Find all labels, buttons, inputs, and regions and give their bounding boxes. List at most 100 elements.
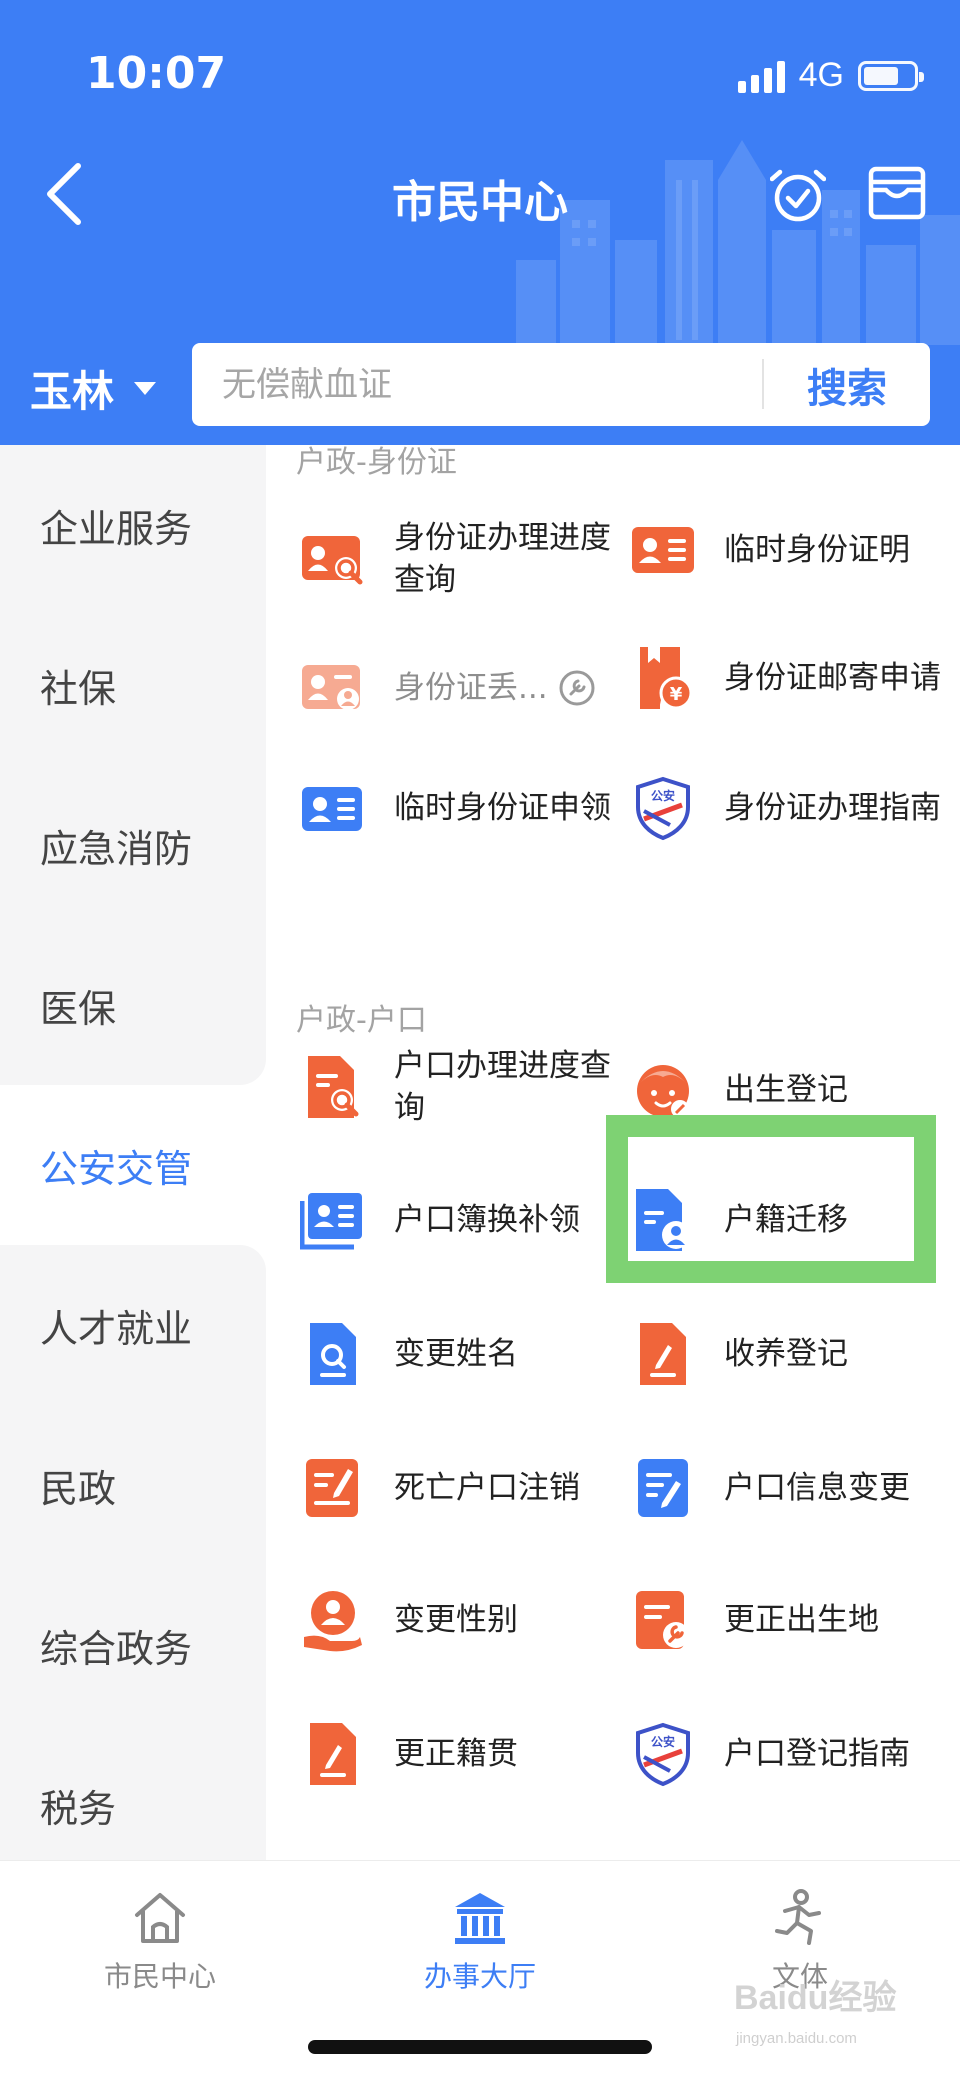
- home-icon: [135, 1893, 185, 1943]
- pen-list-icon: [306, 1459, 358, 1517]
- caret-down-icon: [134, 382, 157, 395]
- tab-label: 办事大厅: [423, 1960, 536, 1993]
- service-item[interactable]: 户口簿换补领: [300, 1187, 630, 1253]
- document-magnify-icon: [310, 1323, 356, 1385]
- sidebar-item-public-security[interactable]: 公安交管: [0, 1085, 266, 1245]
- service-label: 更正出生地: [724, 1602, 879, 1638]
- sidebar-item-label: 医保: [40, 986, 117, 1031]
- service-label: 户口簿换补领: [394, 1202, 580, 1238]
- tab-label: 市民中心: [103, 1960, 216, 1993]
- search-box: 搜索: [192, 343, 930, 426]
- service-label: 身份证丢...: [394, 670, 548, 706]
- service-item[interactable]: 收养登记: [630, 1321, 960, 1387]
- service-label: 身份证邮寄申请: [724, 660, 941, 696]
- service-item-disabled[interactable]: 身份证丢...: [300, 655, 630, 721]
- service-label: 身份证办理进度查询: [394, 520, 611, 598]
- maintenance-icon: [559, 670, 595, 706]
- sidebar-item-government[interactable]: 综合政务: [0, 1565, 266, 1725]
- tab-citizen-center[interactable]: 市民中心: [50, 1889, 270, 1995]
- police-shield-icon: 公安: [636, 776, 690, 841]
- service-item[interactable]: 公安 户口登记指南: [630, 1721, 960, 1787]
- service-label: 出生登记: [724, 1072, 848, 1108]
- sidebar-item-medical[interactable]: 医保: [0, 925, 266, 1085]
- search-button[interactable]: 搜索: [764, 343, 930, 426]
- service-item[interactable]: 变更姓名: [300, 1321, 630, 1387]
- status-time: 10:07: [86, 48, 227, 99]
- card-wallet-icon[interactable]: [868, 166, 926, 220]
- sidebar-item-label: 民政: [40, 1466, 117, 1511]
- alarm-clock-icon[interactable]: [770, 164, 826, 224]
- sidebar-item-enterprise[interactable]: 企业服务: [0, 445, 266, 605]
- document-edit-blue-icon: [638, 1459, 688, 1517]
- service-item[interactable]: 更正籍贯: [300, 1721, 630, 1787]
- service-label: 身份证办理指南: [724, 790, 941, 826]
- document-search-icon: [308, 1056, 359, 1118]
- sidebar-item-label: 应急消防: [40, 826, 193, 871]
- service-label: 更正籍贯: [394, 1736, 518, 1772]
- search-input[interactable]: [222, 343, 742, 426]
- tab-service-hall[interactable]: 办事大厅: [370, 1889, 590, 1995]
- shield-badge-text: 公安: [651, 1734, 675, 1749]
- sidebar-item-label: 公安交管: [40, 1146, 193, 1191]
- service-item[interactable]: 户口办理进度查询: [300, 1045, 630, 1129]
- id-card-lost-icon: [302, 665, 360, 710]
- person-hand-icon: [304, 1591, 362, 1652]
- service-label: 变更姓名: [394, 1336, 518, 1372]
- sidebar-item-talent[interactable]: 人才就业: [0, 1245, 266, 1405]
- service-item[interactable]: 出生登记: [630, 1057, 960, 1123]
- id-card-blue-icon: [302, 787, 362, 831]
- service-label: 户口信息变更: [724, 1470, 910, 1506]
- signal-icon: [737, 59, 785, 93]
- household-book-icon: [300, 1193, 362, 1250]
- watermark-logo: Baidu经验: [734, 1979, 897, 2017]
- category-sidebar: 企业服务 社保 应急消防 医保 公安交管 人才就业 民政 综合政务 税务: [0, 445, 266, 1885]
- watermark-url: jingyan.baidu.com: [736, 2030, 857, 2047]
- service-label: 死亡户口注销: [394, 1470, 580, 1506]
- city-selector[interactable]: 玉林: [30, 358, 157, 419]
- sidebar-item-social-security[interactable]: 社保: [0, 605, 266, 765]
- id-card-search-icon: [302, 536, 363, 585]
- header: 10:07 4G 市民中心 玉林 搜索: [0, 0, 960, 445]
- city-name: 玉林: [30, 367, 115, 416]
- mail-yuan-icon: ¥: [640, 647, 693, 710]
- service-label: 临时身份证明: [724, 532, 910, 568]
- service-label: 户口登记指南: [724, 1736, 910, 1772]
- network-type: 4G: [798, 56, 844, 94]
- service-label: 收养登记: [724, 1336, 848, 1372]
- highlight-annotation-box: [606, 1115, 936, 1283]
- service-item[interactable]: 临时身份证明: [630, 517, 960, 583]
- service-item[interactable]: 临时身份证申领: [300, 775, 630, 841]
- service-item[interactable]: 户口信息变更: [630, 1455, 960, 1521]
- service-label: 临时身份证申领: [394, 790, 611, 826]
- document-wrench-icon: [636, 1591, 689, 1649]
- id-card-icon: [632, 527, 694, 573]
- sidebar-item-label: 社保: [40, 666, 117, 711]
- sidebar-item-civil-affairs[interactable]: 民政: [0, 1405, 266, 1565]
- service-content: 户政-身份证 身份证办理进度查询 临时身份证明 身份证丢... ¥ 身份证邮寄申…: [266, 445, 960, 1860]
- service-label: 变更性别: [394, 1602, 518, 1638]
- service-label: 户口办理进度查询: [394, 1048, 611, 1126]
- service-item[interactable]: 变更性别: [300, 1587, 630, 1653]
- sidebar-item-label: 人才就业: [40, 1306, 193, 1351]
- document-pen-icon: [640, 1323, 686, 1385]
- section-title: 户政-身份证: [296, 445, 457, 480]
- service-item[interactable]: 公安 身份证办理指南: [630, 775, 960, 841]
- service-item[interactable]: ¥ 身份证邮寄申请: [630, 645, 960, 711]
- section-title: 户政-户口: [296, 1003, 427, 1038]
- government-building-icon: [455, 1893, 505, 1944]
- svg-text:¥: ¥: [670, 684, 683, 705]
- document-pen-icon: [310, 1723, 356, 1785]
- police-shield-icon: 公安: [636, 1722, 690, 1787]
- sidebar-item-emergency[interactable]: 应急消防: [0, 765, 266, 925]
- sidebar-item-label: 综合政务: [40, 1626, 193, 1671]
- home-indicator[interactable]: [308, 2040, 652, 2054]
- shield-badge-text: 公安: [651, 788, 675, 803]
- baby-icon: [637, 1065, 689, 1118]
- service-item[interactable]: 死亡户口注销: [300, 1455, 630, 1521]
- sidebar-item-label: 企业服务: [40, 506, 193, 551]
- service-item[interactable]: 更正出生地: [630, 1587, 960, 1653]
- battery-icon: [858, 60, 924, 91]
- service-item[interactable]: 身份证办理进度查询: [300, 517, 630, 601]
- status-indicators: 4G: [737, 56, 924, 95]
- running-person-icon: [775, 1889, 821, 1945]
